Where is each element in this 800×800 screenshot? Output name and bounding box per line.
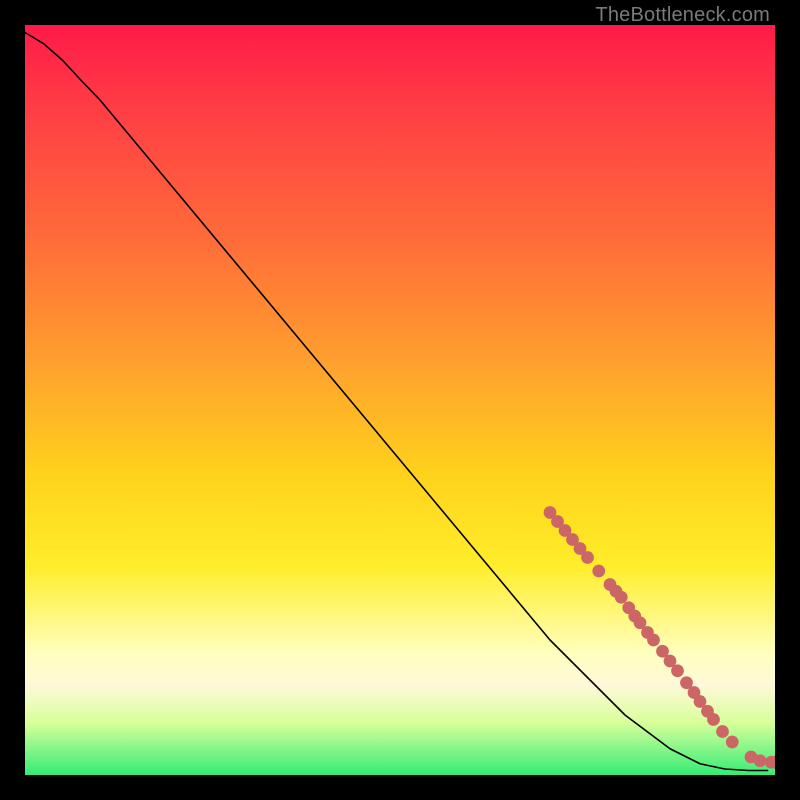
scatter-dot [592,565,605,578]
plot-area [25,25,775,775]
scatter-dot [647,634,660,647]
scatter-dot [726,736,739,749]
chart-stage: TheBottleneck.com [0,0,800,800]
scatter-dot [615,591,628,604]
scatter-dots [544,506,775,769]
scatter-dot [754,754,767,767]
scatter-dot [716,725,729,738]
dots-layer [25,25,775,775]
scatter-dot [707,713,720,726]
scatter-dot [671,664,684,677]
watermark-text: TheBottleneck.com [595,4,770,27]
scatter-dot [581,551,594,564]
